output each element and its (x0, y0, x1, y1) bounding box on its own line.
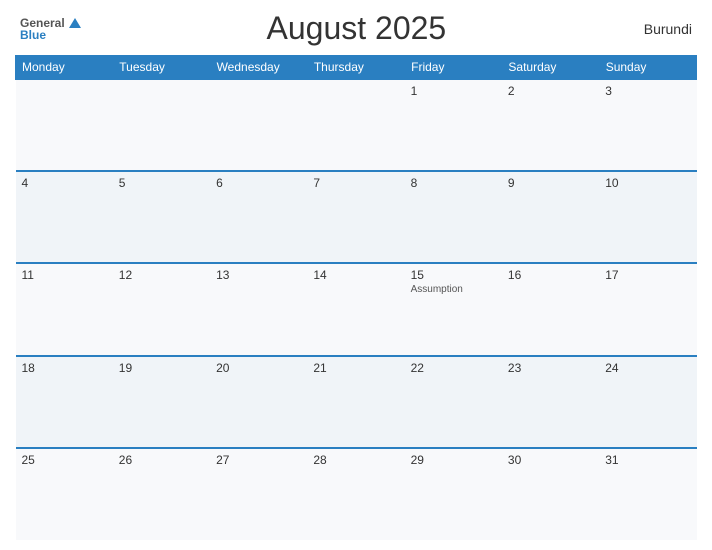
day-number: 27 (216, 453, 301, 467)
day-number: 11 (22, 268, 107, 282)
day-event: Assumption (411, 284, 496, 295)
logo-triangle-icon (69, 18, 81, 28)
day-number: 5 (119, 176, 204, 190)
logo-blue: Blue (20, 29, 81, 41)
calendar-table: Monday Tuesday Wednesday Thursday Friday… (15, 55, 697, 540)
table-row: 10 (599, 171, 696, 263)
day-number: 20 (216, 361, 301, 375)
table-row (307, 79, 404, 171)
table-row: 21 (307, 356, 404, 448)
day-number: 7 (313, 176, 398, 190)
logo-general: General (20, 17, 65, 29)
day-number: 17 (605, 268, 690, 282)
table-row: 5 (113, 171, 210, 263)
day-number: 12 (119, 268, 204, 282)
day-number: 9 (508, 176, 593, 190)
table-row: 7 (307, 171, 404, 263)
day-number: 18 (22, 361, 107, 375)
logo: General Blue (20, 17, 81, 41)
header-thursday: Thursday (307, 56, 404, 80)
day-number: 30 (508, 453, 593, 467)
table-row: 12 (113, 263, 210, 355)
month-title: August 2025 (81, 10, 632, 47)
table-row: 19 (113, 356, 210, 448)
table-row: 2 (502, 79, 599, 171)
table-row: 28 (307, 448, 404, 540)
table-row: 16 (502, 263, 599, 355)
header-wednesday: Wednesday (210, 56, 307, 80)
day-number: 13 (216, 268, 301, 282)
calendar-header: General Blue August 2025 Burundi (15, 10, 697, 47)
calendar-week-row: 123 (16, 79, 697, 171)
day-number: 2 (508, 84, 593, 98)
table-row: 8 (405, 171, 502, 263)
table-row: 17 (599, 263, 696, 355)
calendar-week-row: 11 12 13 14 15 Assumption 16 17 (16, 263, 697, 355)
table-row: 31 (599, 448, 696, 540)
day-number: 24 (605, 361, 690, 375)
day-number: 22 (411, 361, 496, 375)
day-number: 29 (411, 453, 496, 467)
day-number: 31 (605, 453, 690, 467)
day-number: 28 (313, 453, 398, 467)
table-row: 6 (210, 171, 307, 263)
table-row: 22 (405, 356, 502, 448)
day-number: 14 (313, 268, 398, 282)
table-row: 4 (16, 171, 113, 263)
table-row: 20 (210, 356, 307, 448)
table-row: 27 (210, 448, 307, 540)
table-row: 30 (502, 448, 599, 540)
table-row: 3 (599, 79, 696, 171)
day-number: 4 (22, 176, 107, 190)
day-number: 23 (508, 361, 593, 375)
table-row: 14 (307, 263, 404, 355)
table-row: 29 (405, 448, 502, 540)
day-number: 10 (605, 176, 690, 190)
table-row: 15 Assumption (405, 263, 502, 355)
day-number: 25 (22, 453, 107, 467)
table-row: 25 (16, 448, 113, 540)
table-row: 1 (405, 79, 502, 171)
table-row: 23 (502, 356, 599, 448)
day-number: 15 (411, 268, 496, 282)
day-number: 8 (411, 176, 496, 190)
table-row: 26 (113, 448, 210, 540)
day-number: 16 (508, 268, 593, 282)
table-row (113, 79, 210, 171)
header-tuesday: Tuesday (113, 56, 210, 80)
table-row: 13 (210, 263, 307, 355)
calendar-wrapper: General Blue August 2025 Burundi Monday … (0, 0, 712, 550)
day-number: 21 (313, 361, 398, 375)
calendar-week-row: 456789 10 (16, 171, 697, 263)
calendar-week-row: 18 19 20 21 22 23 24 (16, 356, 697, 448)
table-row: 11 (16, 263, 113, 355)
table-row: 9 (502, 171, 599, 263)
header-monday: Monday (16, 56, 113, 80)
day-number: 26 (119, 453, 204, 467)
day-number: 1 (411, 84, 496, 98)
table-row (210, 79, 307, 171)
header-friday: Friday (405, 56, 502, 80)
header-sunday: Sunday (599, 56, 696, 80)
header-saturday: Saturday (502, 56, 599, 80)
table-row: 24 (599, 356, 696, 448)
day-number: 19 (119, 361, 204, 375)
day-number: 6 (216, 176, 301, 190)
table-row: 18 (16, 356, 113, 448)
weekday-header-row: Monday Tuesday Wednesday Thursday Friday… (16, 56, 697, 80)
country-label: Burundi (632, 21, 692, 37)
calendar-week-row: 25 26 27 28 29 30 31 (16, 448, 697, 540)
day-number: 3 (605, 84, 690, 98)
table-row (16, 79, 113, 171)
